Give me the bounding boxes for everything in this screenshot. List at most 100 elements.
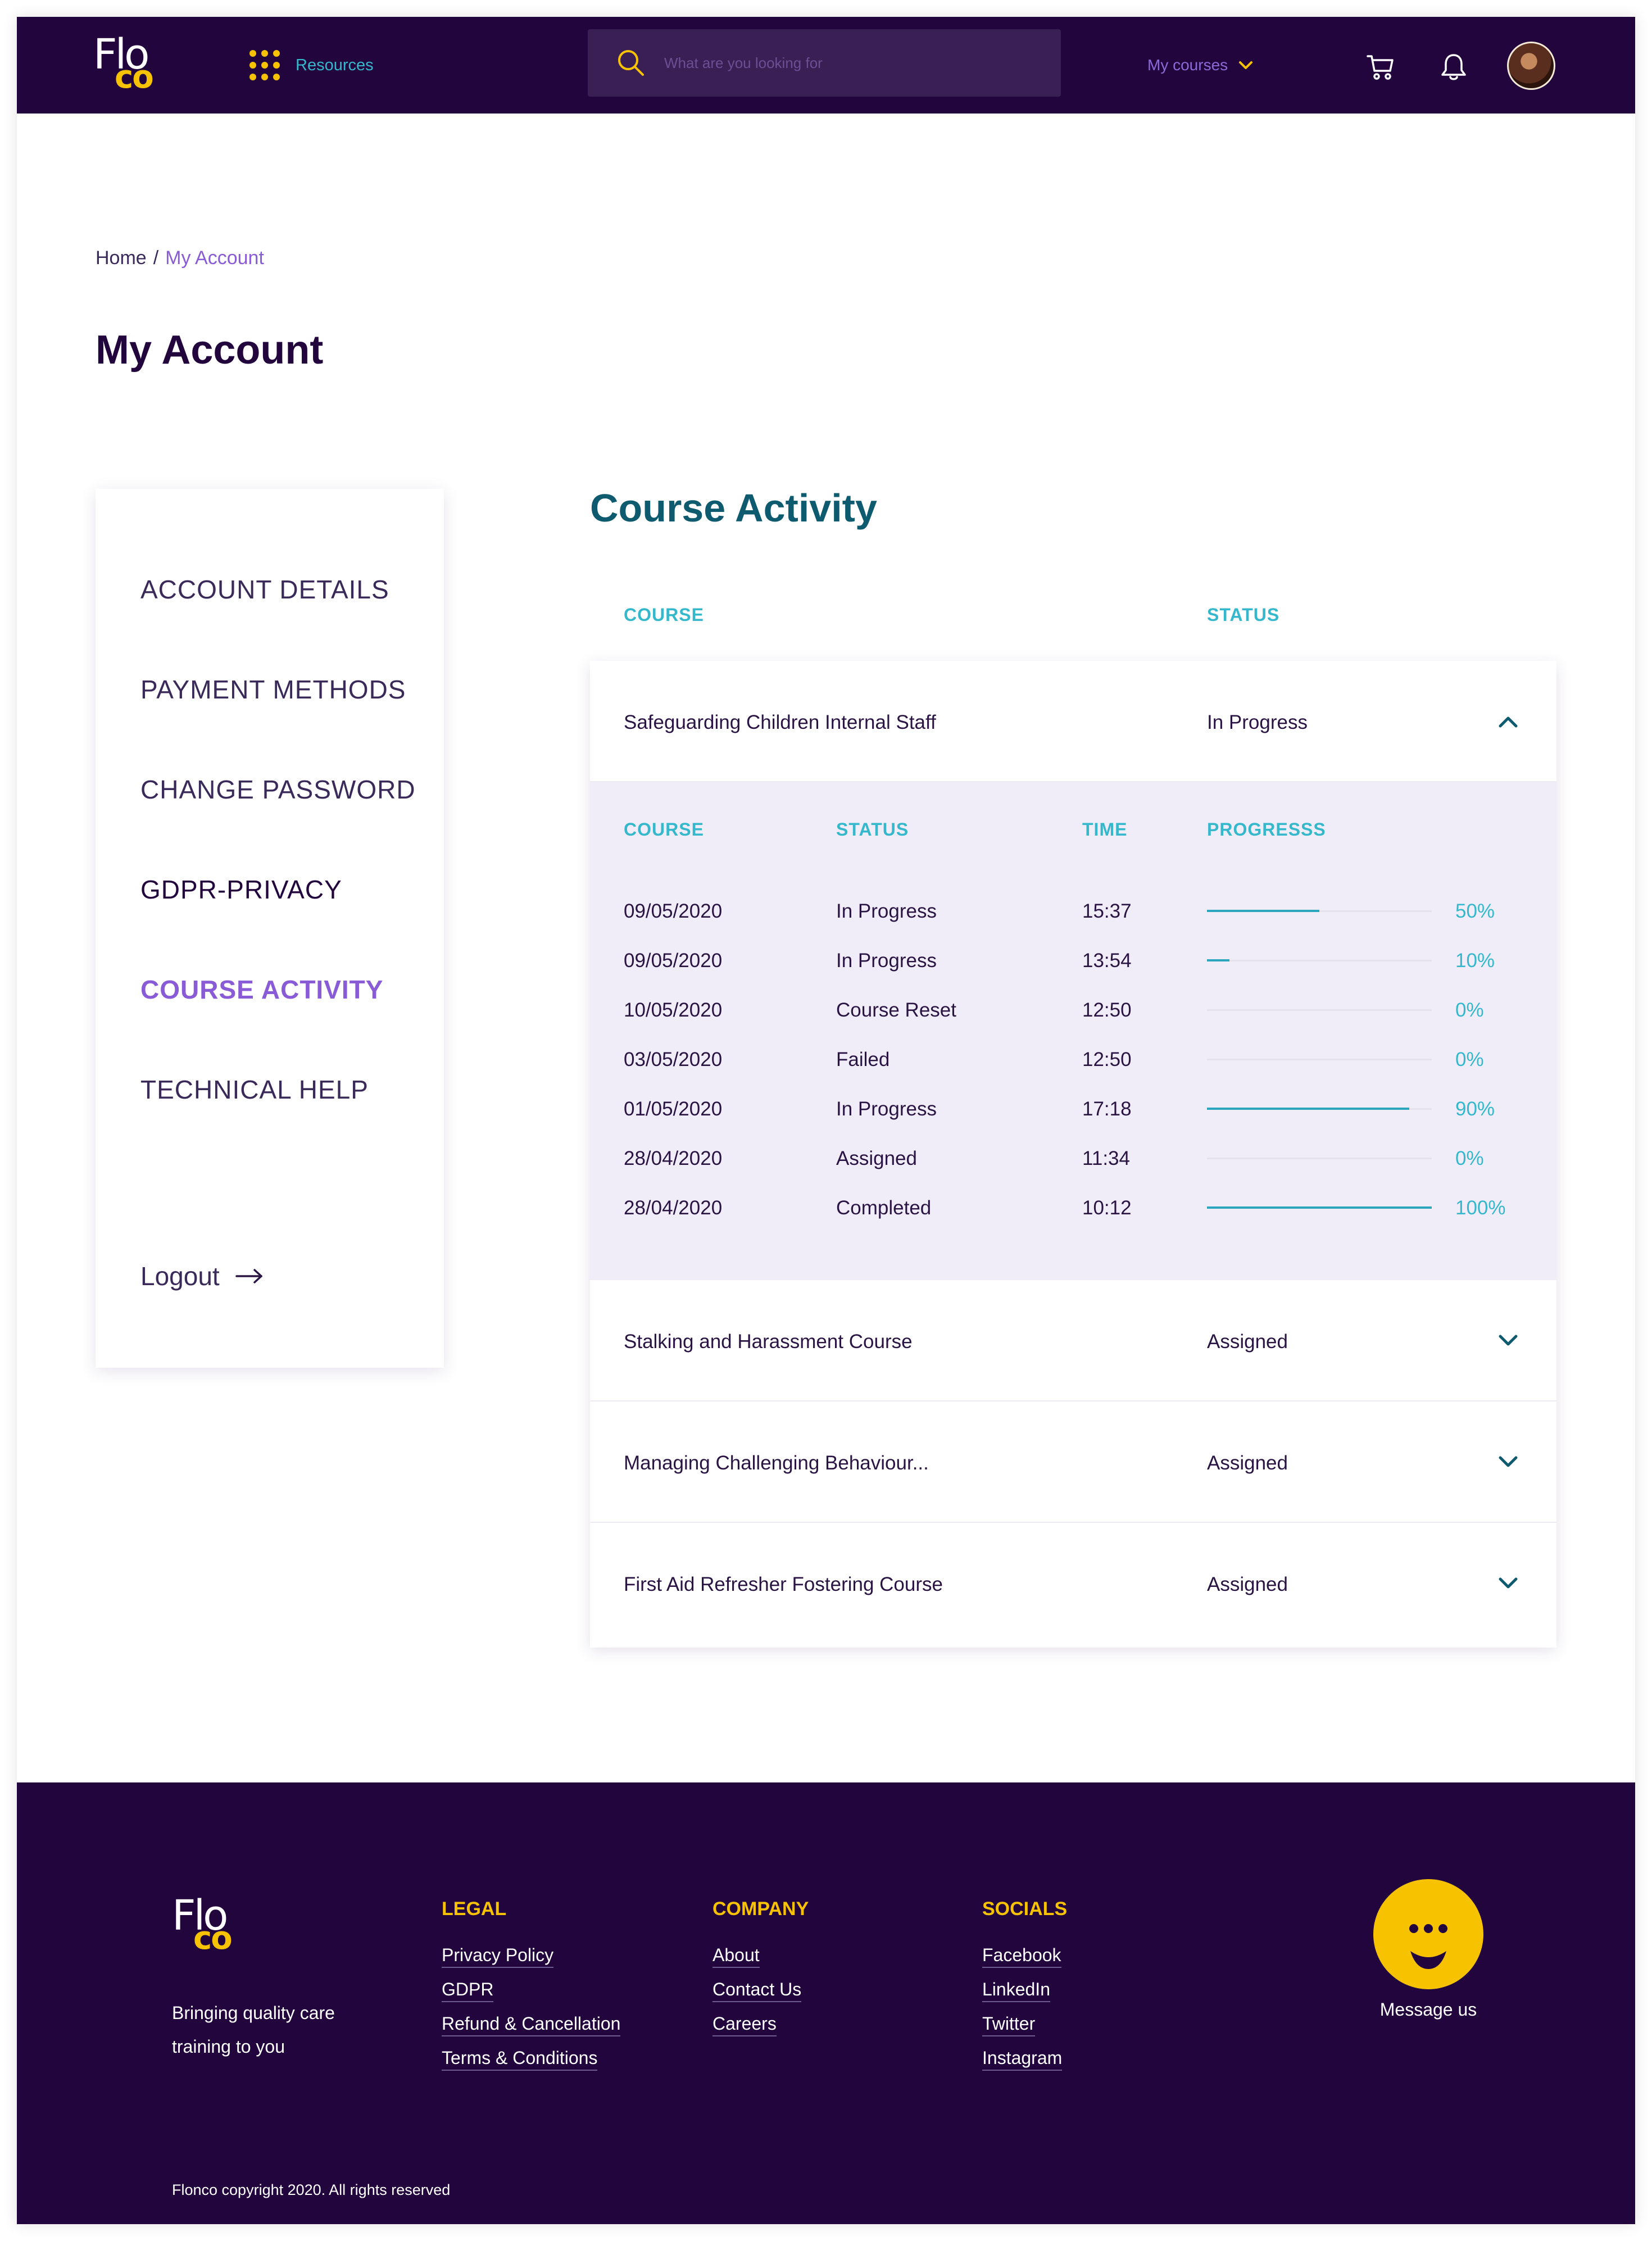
detail-header-course: COURSE	[624, 819, 704, 840]
resources-label: Resources	[296, 56, 374, 74]
progress-fill	[1207, 1206, 1432, 1209]
footer-socials-column: SOCIALS Facebook LinkedIn Twitter Instag…	[982, 1898, 1067, 2082]
footer-link-instagram[interactable]: Instagram	[982, 2048, 1063, 2071]
my-courses-dropdown[interactable]: My courses	[1147, 48, 1254, 82]
progress-percent: 0%	[1455, 1049, 1484, 1070]
my-courses-label: My courses	[1147, 56, 1228, 74]
footer-link-gdpr[interactable]: GDPR	[442, 1979, 494, 2002]
activity-row: 01/05/2020 In Progress 17:18 90%	[590, 1087, 1556, 1136]
message-us-button[interactable]: Message us	[1372, 1879, 1485, 2020]
course-status: Assigned	[1207, 1452, 1288, 1474]
course-name: First Aid Refresher Fostering Course	[624, 1573, 943, 1595]
activity-time: 13:54	[1082, 950, 1132, 972]
column-header-status: STATUS	[1207, 605, 1280, 625]
sidebar-item-payment-methods[interactable]: PAYMENT METHODS	[140, 674, 406, 705]
course-status: Assigned	[1207, 1331, 1288, 1353]
activity-row: 09/05/2020 In Progress 15:37 50%	[590, 889, 1556, 938]
footer-link-terms-conditions[interactable]: Terms & Conditions	[442, 2048, 598, 2071]
cart-icon[interactable]	[1365, 52, 1396, 82]
footer-link-careers[interactable]: Careers	[712, 2013, 777, 2036]
activity-row: 28/04/2020 Assigned 11:34 0%	[590, 1136, 1556, 1186]
breadcrumb: Home / My Account	[96, 247, 264, 269]
progress-percent: 0%	[1455, 999, 1484, 1021]
sidebar-item-course-activity[interactable]: COURSE ACTIVITY	[140, 974, 383, 1005]
progress-track	[1207, 910, 1432, 912]
course-activity-table: Safeguarding Children Internal Staff In …	[590, 661, 1556, 1648]
course-row[interactable]: First Aid Refresher Fostering Course Ass…	[590, 1523, 1556, 1644]
logout-label: Logout	[140, 1262, 220, 1291]
activity-date: 28/04/2020	[624, 1197, 723, 1219]
activity-time: 17:18	[1082, 1098, 1132, 1120]
progress-fill	[1207, 910, 1319, 912]
breadcrumb-home-link[interactable]: Home	[96, 247, 147, 269]
bell-icon[interactable]	[1438, 52, 1469, 82]
page-title: My Account	[96, 328, 324, 373]
footer-link-facebook[interactable]: Facebook	[982, 1945, 1061, 1968]
course-activity-title: Course Activity	[590, 486, 877, 530]
chevron-down-icon[interactable]	[1497, 1330, 1519, 1352]
sidebar-item-change-password[interactable]: CHANGE PASSWORD	[140, 774, 416, 805]
sidebar-item-technical-help[interactable]: TECHNICAL HELP	[140, 1074, 369, 1105]
progress-track	[1207, 1206, 1432, 1209]
user-avatar[interactable]	[1507, 42, 1555, 90]
progress-fill	[1207, 1108, 1409, 1110]
activity-time: 12:50	[1082, 999, 1132, 1021]
activity-date: 03/05/2020	[624, 1049, 723, 1070]
footer-tagline: Bringing quality care training to you	[172, 2003, 335, 2057]
activity-status: Assigned	[836, 1147, 917, 1169]
activity-status: In Progress	[836, 1098, 937, 1120]
chevron-down-icon[interactable]	[1497, 1451, 1519, 1473]
footer-link-contact-us[interactable]: Contact Us	[712, 1979, 802, 2002]
progress-fill	[1207, 959, 1229, 961]
activity-row: 28/04/2020 Completed 10:12 100%	[590, 1186, 1556, 1235]
footer-link-twitter[interactable]: Twitter	[982, 2013, 1036, 2036]
activity-status: Completed	[836, 1197, 932, 1219]
activity-time: 11:34	[1082, 1147, 1130, 1169]
activity-row: 03/05/2020 Failed 12:50 0%	[590, 1037, 1556, 1087]
activity-status: In Progress	[836, 950, 937, 972]
progress-percent: 90%	[1455, 1098, 1495, 1120]
arrow-right-icon	[235, 1269, 262, 1283]
course-detail-panel: COURSE STATUS TIME PROGRESSS 09/05/2020 …	[590, 782, 1556, 1280]
activity-date: 09/05/2020	[624, 950, 723, 972]
progress-track	[1207, 1009, 1432, 1011]
footer-company-heading: COMPANY	[712, 1898, 809, 1920]
chevron-up-icon[interactable]	[1497, 710, 1519, 733]
resources-menu-button[interactable]: Resources	[249, 48, 374, 82]
activity-time: 12:50	[1082, 1049, 1132, 1070]
footer-link-about[interactable]: About	[712, 1945, 760, 1968]
sidebar-item-gdpr-privacy[interactable]: GDPR-PRIVACY	[140, 874, 342, 905]
course-row-expanded[interactable]: Safeguarding Children Internal Staff In …	[590, 661, 1556, 782]
footer-link-privacy-policy[interactable]: Privacy Policy	[442, 1945, 554, 1968]
account-sidebar: ACCOUNT DETAILS PAYMENT METHODS CHANGE P…	[96, 489, 444, 1368]
brand-logo[interactable]: Flo co	[93, 34, 155, 96]
activity-status: Course Reset	[836, 999, 956, 1021]
activity-date: 09/05/2020	[624, 900, 723, 922]
activity-date: 10/05/2020	[624, 999, 723, 1021]
chevron-down-icon[interactable]	[1497, 1572, 1519, 1595]
copyright-text: Flonco copyright 2020. All rights reserv…	[172, 2181, 451, 2198]
activity-date: 01/05/2020	[624, 1098, 723, 1120]
search-input[interactable]	[664, 54, 1024, 72]
course-status: In Progress	[1207, 711, 1308, 733]
logo-text-bottom: co	[193, 1920, 233, 1957]
progress-percent: 10%	[1455, 950, 1495, 972]
breadcrumb-current[interactable]: My Account	[165, 247, 264, 269]
progress-track	[1207, 1158, 1432, 1159]
footer-link-linkedin[interactable]: LinkedIn	[982, 1979, 1050, 2002]
message-us-label: Message us	[1379, 1999, 1477, 2020]
footer-legal-heading: LEGAL	[442, 1898, 507, 1920]
logout-button[interactable]: Logout	[140, 1261, 264, 1291]
activity-row: 09/05/2020 In Progress 13:54 10%	[590, 938, 1556, 988]
sidebar-item-account-details[interactable]: ACCOUNT DETAILS	[140, 574, 389, 605]
course-row[interactable]: Stalking and Harassment Course Assigned	[590, 1280, 1556, 1401]
activity-time: 15:37	[1082, 900, 1132, 922]
logo-text-bottom: co	[115, 59, 154, 96]
activity-status: Failed	[836, 1049, 890, 1070]
progress-track	[1207, 1108, 1432, 1110]
activity-date: 28/04/2020	[624, 1147, 723, 1169]
footer-logo[interactable]: Flo co	[172, 1895, 234, 1957]
course-row[interactable]: Managing Challenging Behaviour... Assign…	[590, 1401, 1556, 1523]
activity-status: In Progress	[836, 900, 937, 922]
footer-link-refund-cancellation[interactable]: Refund & Cancellation	[442, 2013, 621, 2036]
